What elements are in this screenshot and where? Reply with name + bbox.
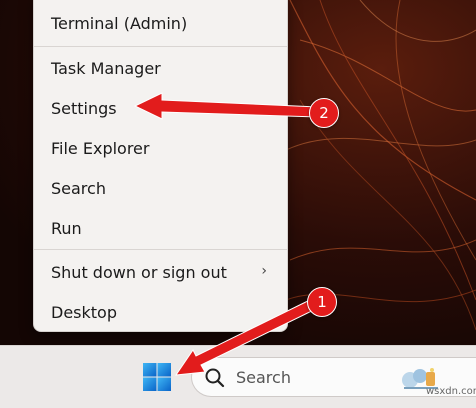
menu-item-label: Task Manager [51,58,161,78]
magnifier-icon [205,368,225,388]
menu-separator [34,46,287,47]
menu-separator [34,249,287,250]
menu-item-label: Shut down or sign out [51,262,227,282]
menu-item-task-manager[interactable]: Task Manager [34,50,287,86]
menu-item-label: Desktop [51,302,117,322]
start-button[interactable] [141,361,173,393]
menu-item-label: File Explorer [51,138,150,158]
menu-item-label: Run [51,218,82,238]
menu-item-search[interactable]: Search [34,170,287,206]
windows-logo-icon [143,363,171,391]
menu-item-settings[interactable]: Settings [34,90,287,126]
annotation-badge-1: 1 [307,287,337,317]
menu-item-shut-down[interactable]: Shut down or sign out › [34,254,287,290]
watermark: wsxdn.com [426,386,476,397]
menu-item-label: Terminal (Admin) [51,13,188,33]
winx-context-menu: Terminal (Admin) Task Manager Settings F… [33,0,288,332]
menu-item-label: Search [51,178,106,198]
menu-item-terminal-admin[interactable]: Terminal (Admin) [34,5,287,41]
menu-item-file-explorer[interactable]: File Explorer [34,130,287,166]
search-placeholder: Search [236,368,291,387]
annotation-badge-2: 2 [309,98,339,128]
menu-item-label: Settings [51,98,117,118]
chevron-right-icon: › [261,263,267,279]
menu-item-run[interactable]: Run [34,210,287,246]
menu-item-desktop[interactable]: Desktop [34,294,287,330]
